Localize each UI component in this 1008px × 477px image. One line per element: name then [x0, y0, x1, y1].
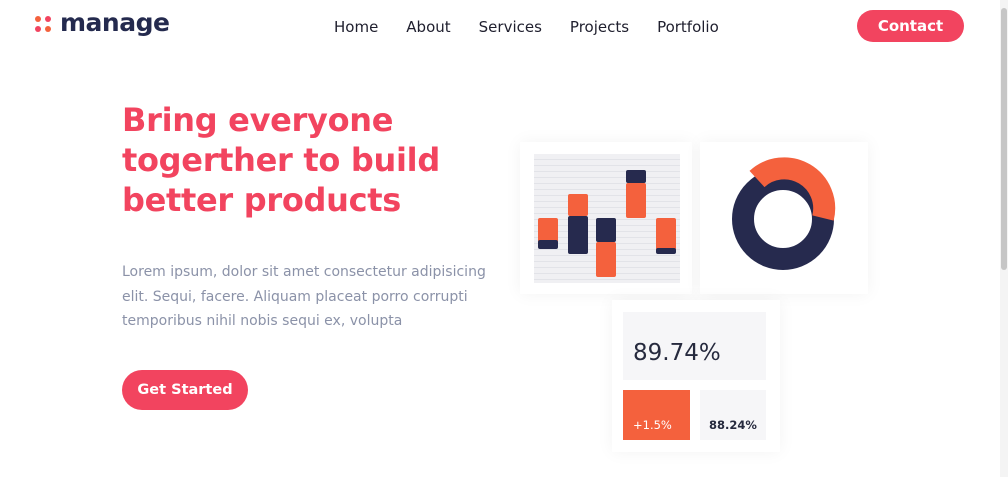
bar-1-orange — [538, 218, 558, 242]
logo-text: manage — [60, 8, 170, 37]
donut-chart — [732, 157, 836, 270]
bar-1-navy — [538, 240, 558, 249]
nav-home[interactable]: Home — [334, 17, 378, 37]
nav-portfolio[interactable]: Portfolio — [657, 17, 719, 37]
stat-main-value: 89.74% — [633, 340, 721, 366]
hero-title: Bring everyone togerther to build better… — [122, 101, 440, 219]
bar-chart-card — [520, 142, 692, 294]
stat-change-box: +1.5% — [623, 390, 690, 440]
bar-5-orange — [656, 218, 676, 250]
four-dots-logo-icon — [35, 15, 51, 32]
logo[interactable]: manage — [35, 8, 170, 37]
contact-button[interactable]: Contact — [857, 10, 964, 42]
bar-4-orange — [626, 183, 646, 218]
stat-main-box: 89.74% — [623, 312, 766, 380]
bar-4-navy — [626, 170, 646, 183]
stats-card: 89.74% +1.5% 88.24% — [612, 300, 780, 452]
stat-secondary-box: 88.24% — [700, 390, 766, 440]
nav-about[interactable]: About — [406, 17, 450, 37]
nav-services[interactable]: Services — [479, 17, 542, 37]
bar-5-navy — [656, 248, 676, 254]
bar-2-navy — [568, 216, 588, 254]
bar-3-orange — [596, 242, 616, 277]
page-scrollbar-thumb[interactable] — [1001, 8, 1007, 270]
bar-2-orange — [568, 194, 588, 216]
hero-text: Lorem ipsum, dolor sit amet consectetur … — [122, 264, 486, 329]
main-nav: Home About Services Projects Portfolio — [334, 17, 747, 37]
bar-chart-grid — [534, 154, 680, 283]
get-started-button[interactable]: Get Started — [122, 370, 248, 410]
stat-change-value: +1.5% — [633, 418, 672, 432]
bar-3-navy — [596, 218, 616, 242]
donut-chart-card — [700, 142, 868, 294]
stat-secondary-value: 88.24% — [709, 418, 757, 432]
nav-projects[interactable]: Projects — [570, 17, 629, 37]
